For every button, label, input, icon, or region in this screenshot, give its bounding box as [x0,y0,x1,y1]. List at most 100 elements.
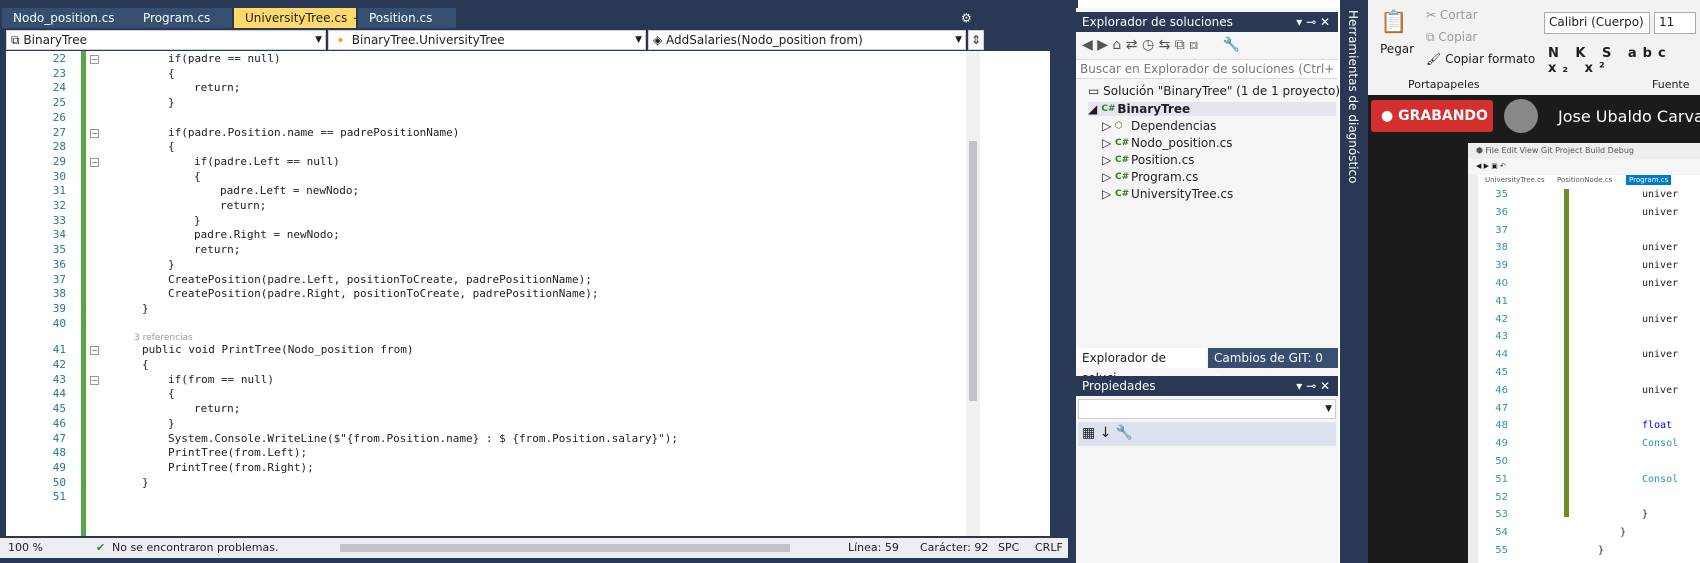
dependencies-icon: ⬡ [1115,120,1123,131]
code-line[interactable]: } [142,302,149,315]
copy-button[interactable]: ⧉ Copiar [1426,30,1477,45]
line-number: 47 [52,431,66,445]
line-number: 26 [52,110,66,124]
gear-icon[interactable]: ⚙ [957,8,977,28]
code-line[interactable]: if(padre == null) [168,52,281,65]
expand-icon[interactable]: ▷ [1102,136,1115,150]
paste-icon[interactable]: 📋 [1380,10,1407,35]
tab-position[interactable]: Position.cs [358,8,456,28]
fold-toggle[interactable]: − [90,375,99,385]
expand-icon[interactable]: ▷ [1102,119,1115,133]
code-line[interactable]: } [194,214,201,227]
solution-item[interactable]: ▷ C# Position.cs [1102,153,1194,167]
solution-item[interactable]: ▷ C# Nodo_position.cs [1102,136,1233,150]
code-line[interactable]: if(from == null) [168,373,274,386]
code-line[interactable]: return; [194,243,240,256]
check-icon: ✔ [96,541,106,554]
code-line[interactable]: } [168,258,175,271]
cut-button[interactable]: ✂ Cortar [1426,8,1478,22]
code-line[interactable]: { [168,67,175,80]
expand-icon[interactable]: ▷ [1102,170,1115,184]
zoom-level[interactable]: 100 % [8,538,43,558]
solution-item[interactable]: ▷ C# UniversityTree.cs [1102,187,1233,201]
tab-git-changes[interactable]: Cambios de GIT: 0 a... [1208,348,1338,385]
tab-nodo-position[interactable]: Nodo_position.cs [2,8,134,28]
code-line[interactable]: padre.Right = newNodo; [194,228,340,241]
code-line[interactable]: return; [194,81,240,94]
code-line[interactable]: return; [220,199,266,212]
csharp-file-icon: C# [1115,137,1130,148]
paste-button[interactable]: Pegar [1380,42,1414,56]
member-dropdown[interactable]: ◈ AddSalaries(Nodo_position from) ▼ [648,30,966,50]
code-line[interactable]: { [194,170,201,183]
reference-count[interactable]: 3 referencias [134,333,193,343]
whitespace-indicator[interactable]: SPC [998,538,1019,558]
solution-item[interactable]: ▷ ⬡ Dependencias [1102,119,1216,133]
screen-share-thumbnail: ⬢ File Edit View Git Project Build Debug… [1468,143,1700,563]
format-painter-button[interactable]: 🖌 Copiar formato [1426,52,1535,66]
line-indicator[interactable]: Línea: 59 [848,538,899,558]
thumb-line-number: 35 [1495,189,1508,200]
solution-item[interactable]: ▷ C# Program.cs [1102,170,1198,184]
font-select[interactable]: Calibri (Cuerpo) [1544,12,1650,34]
code-line[interactable]: } [168,96,175,109]
class-dropdown[interactable]: 🔸 BinaryTree.UniversityTree ▼ [328,30,646,50]
fold-toggle[interactable]: − [90,157,99,167]
solution-item-label: Position.cs [1131,153,1195,167]
code-line[interactable]: padre.Left = newNodo; [220,184,359,197]
tab-solution-explorer[interactable]: Explorador de soluci... [1076,348,1206,385]
recording-badge[interactable]: ● GRABANDO [1371,100,1493,132]
pane-controls[interactable]: ▾ ⊸ ✕ [1296,12,1330,32]
class-icon: 🔸 [333,33,352,47]
char-indicator[interactable]: Carácter: 92 [920,538,988,558]
code-line[interactable]: System.Console.WriteLine($"{from.Positio… [168,432,678,445]
format-label: Copiar formato [1445,52,1536,66]
font-size-select[interactable]: 11 [1654,12,1696,34]
code-line[interactable]: } [142,476,149,489]
horizontal-scrollbar[interactable] [340,544,790,552]
solution-node[interactable]: ▭ Solución "BinaryTree" (1 de 1 proyecto… [1088,84,1340,98]
project-dropdown[interactable]: ⧉ BinaryTree ▼ [6,30,326,50]
format-buttons[interactable]: N K S abc x₂ x² [1548,46,1700,76]
project-icon: C# [1101,103,1116,114]
solution-search-input[interactable]: Buscar en Explorador de soluciones (Ctrl… [1076,59,1338,79]
code-line[interactable]: if(padre.Left == null) [194,155,340,168]
line-number: 35 [52,243,66,257]
code-line[interactable]: return; [194,402,240,415]
code-line[interactable]: CreatePosition(padre.Right, positionToCr… [168,287,598,300]
expand-icon[interactable]: ▷ [1102,153,1115,167]
solution-toolbar[interactable]: ◀ ▶ ⌂ ⇄ ◷ ⇆ ⧉ ⧈ 🔧 [1076,33,1338,59]
code-line[interactable]: if(padre.Position.name == padrePositionN… [168,126,459,139]
code-editor[interactable]: 22 23 24 25 26 27 28 29 30 31 32 33 34 35 36 37 38 39 40 41… [6,51,1050,536]
code-line[interactable]: CreatePosition(padre.Left, positionToCre… [168,273,592,286]
line-number: 29 [52,154,66,168]
code-line[interactable]: PrintTree(from.Left); [168,446,307,459]
code-line[interactable]: PrintTree(from.Right); [168,461,314,474]
properties-toolbar[interactable]: ▦ ↓ 🔧 [1078,422,1336,446]
method-icon: ◈ [653,33,667,47]
scroll-thumb[interactable] [969,141,977,401]
properties-dropdown[interactable]: ▼ [1078,399,1336,419]
fold-toggle[interactable]: − [90,346,99,356]
code-line[interactable]: { [142,358,149,371]
pane-controls[interactable]: ▾ ⊸ ✕ [1296,376,1330,396]
tab-universitytree[interactable]: UniversityTree.cs⊸✕ [234,8,377,28]
thumb-code-line: univer [1642,278,1679,289]
code-line[interactable]: { [168,140,175,153]
split-button[interactable]: ⇕ [968,30,984,50]
project-node[interactable]: ◢ C# BinaryTree [1088,102,1336,116]
tab-program[interactable]: Program.cs [132,8,232,28]
code-line[interactable]: public void PrintTree(Nodo_position from… [142,343,414,356]
solution-explorer-header: Explorador de soluciones ▾ ⊸ ✕ [1076,12,1338,32]
code-line[interactable]: { [168,387,175,400]
fold-toggle[interactable]: − [90,55,99,64]
wrench-icon[interactable]: 🔧 [1223,37,1240,53]
expand-icon[interactable]: ▷ [1102,187,1115,201]
problems-status[interactable]: No se encontraron problemas. [112,538,278,558]
fold-toggle[interactable]: − [90,128,99,138]
thumb-tab: UniversityTree.cs [1485,176,1545,184]
line-ending-indicator[interactable]: CRLF [1035,538,1063,558]
diagnostic-tools-strip[interactable]: Herramientas de diagnóstico [1340,0,1368,563]
code-line[interactable]: } [168,417,175,430]
solution-item-label: Dependencias [1131,119,1217,133]
